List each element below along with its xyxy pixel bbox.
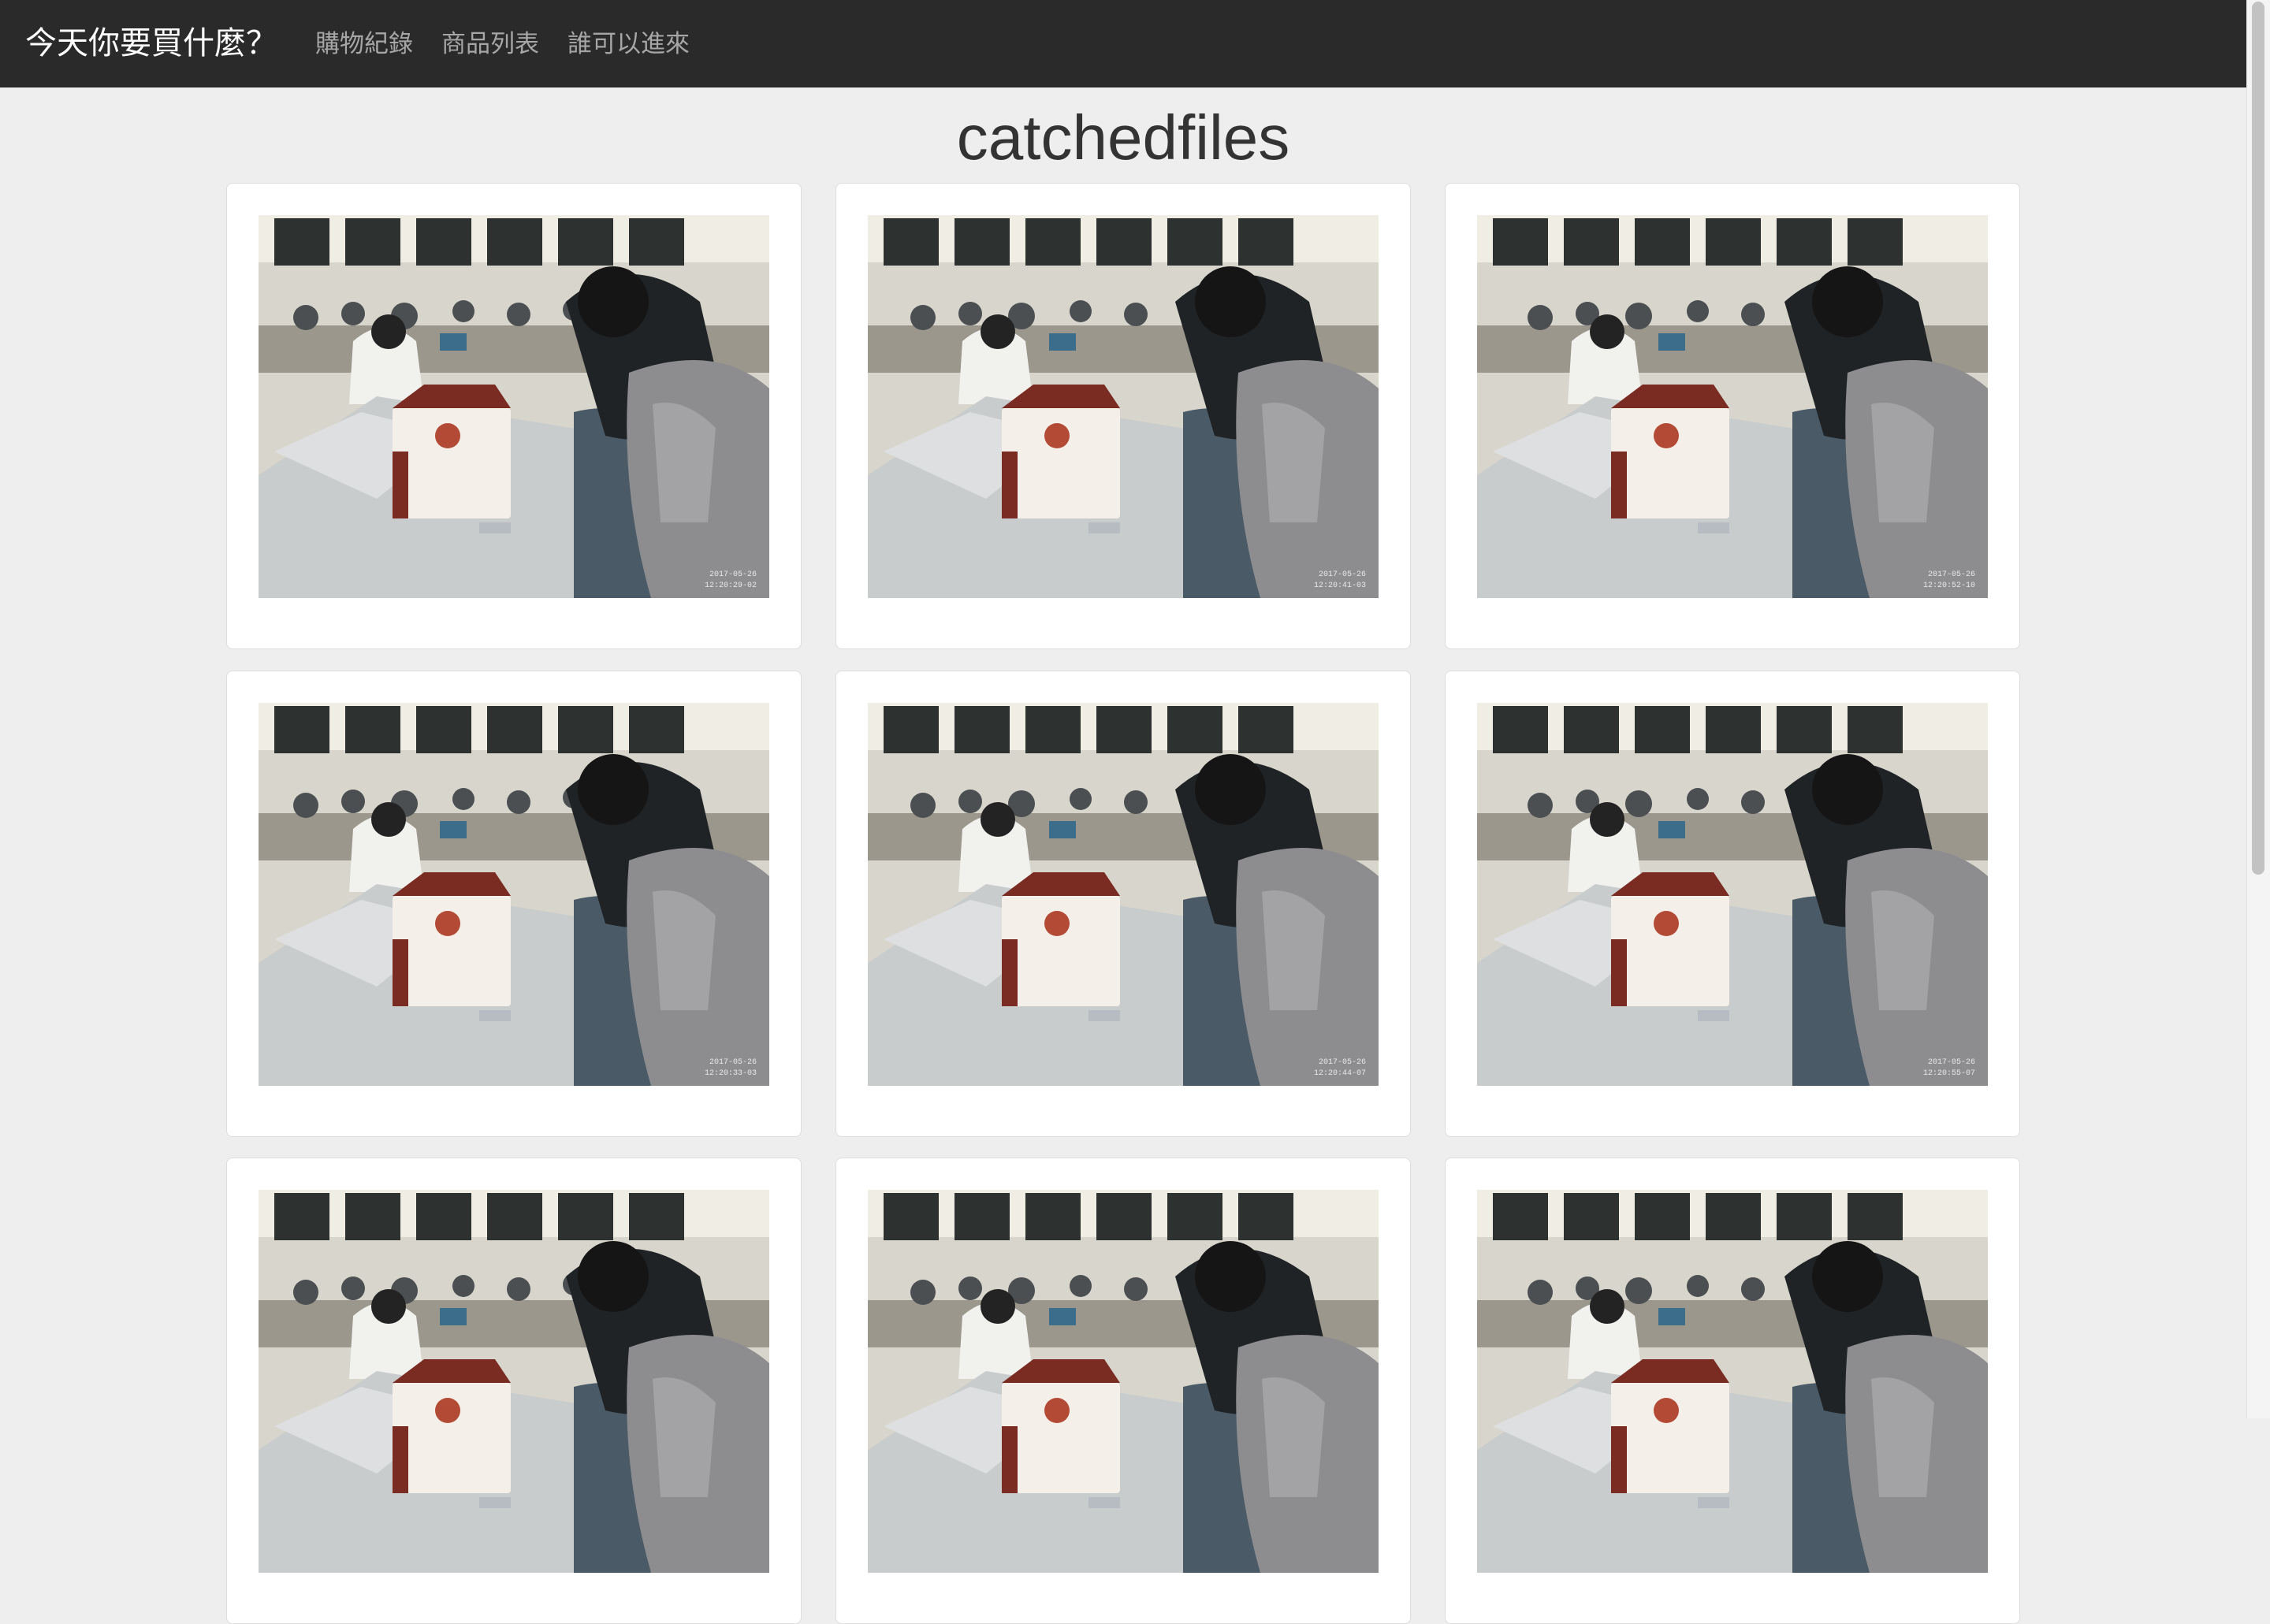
photo-card: 2017-05-26 12:20:52-10: [1445, 183, 2020, 649]
nav-link-who-can-enter[interactable]: 誰可以進來: [568, 25, 690, 63]
page-title: catchedfiles: [956, 102, 1290, 173]
photo-card: [226, 1158, 802, 1624]
nav-link-purchase-history[interactable]: 購物紀錄: [315, 25, 413, 63]
captured-photo[interactable]: [1477, 1190, 1988, 1573]
svg-text:2017-05-26: 2017-05-26: [709, 570, 757, 579]
svg-text:2017-05-26: 2017-05-26: [1928, 570, 1975, 579]
brand-title[interactable]: 今天你要買什麼？: [25, 19, 277, 68]
svg-text:12:20:33-03: 12:20:33-03: [705, 1069, 757, 1078]
svg-text:12:20:44-07: 12:20:44-07: [1314, 1069, 1366, 1078]
captured-photo[interactable]: [259, 1190, 769, 1573]
scrollbar-thumb[interactable]: [2252, 2, 2264, 875]
svg-text:12:20:52-10: 12:20:52-10: [1923, 582, 1975, 590]
photo-card: 2017-05-26 12:20:55-07: [1445, 671, 2020, 1137]
captured-photo[interactable]: [868, 1190, 1379, 1573]
svg-text:12:20:29-02: 12:20:29-02: [705, 582, 757, 590]
captured-photo[interactable]: 2017-05-26 12:20:33-03: [259, 703, 769, 1086]
photo-card: [835, 1158, 1411, 1624]
svg-text:2017-05-26: 2017-05-26: [1319, 570, 1366, 579]
photo-card: 2017-05-26 12:20:33-03: [226, 671, 802, 1137]
captured-photo[interactable]: 2017-05-26 12:20:29-02: [259, 215, 769, 598]
photo-card: 2017-05-26 12:20:44-07: [835, 671, 1411, 1137]
captured-photo[interactable]: 2017-05-26 12:20:44-07: [868, 703, 1379, 1086]
svg-text:2017-05-26: 2017-05-26: [1928, 1058, 1975, 1067]
svg-text:12:20:41-03: 12:20:41-03: [1314, 582, 1366, 590]
captured-photo[interactable]: 2017-05-26 12:20:55-07: [1477, 703, 1988, 1086]
svg-text:2017-05-26: 2017-05-26: [709, 1058, 757, 1067]
svg-text:2017-05-26: 2017-05-26: [1319, 1058, 1366, 1067]
photo-card: 2017-05-26 12:20:41-03: [835, 183, 1411, 649]
captured-photo[interactable]: 2017-05-26 12:20:41-03: [868, 215, 1379, 598]
photo-card: [1445, 1158, 2020, 1624]
captured-photo[interactable]: 2017-05-26 12:20:52-10: [1477, 215, 1988, 598]
nav-link-product-list[interactable]: 商品列表: [441, 25, 539, 63]
svg-text:12:20:55-07: 12:20:55-07: [1923, 1069, 1975, 1078]
top-navbar: 今天你要買什麼？ 購物紀錄 商品列表 誰可以進來: [0, 0, 2246, 87]
photo-card: 2017-05-26 12:20:29-02: [226, 183, 802, 649]
